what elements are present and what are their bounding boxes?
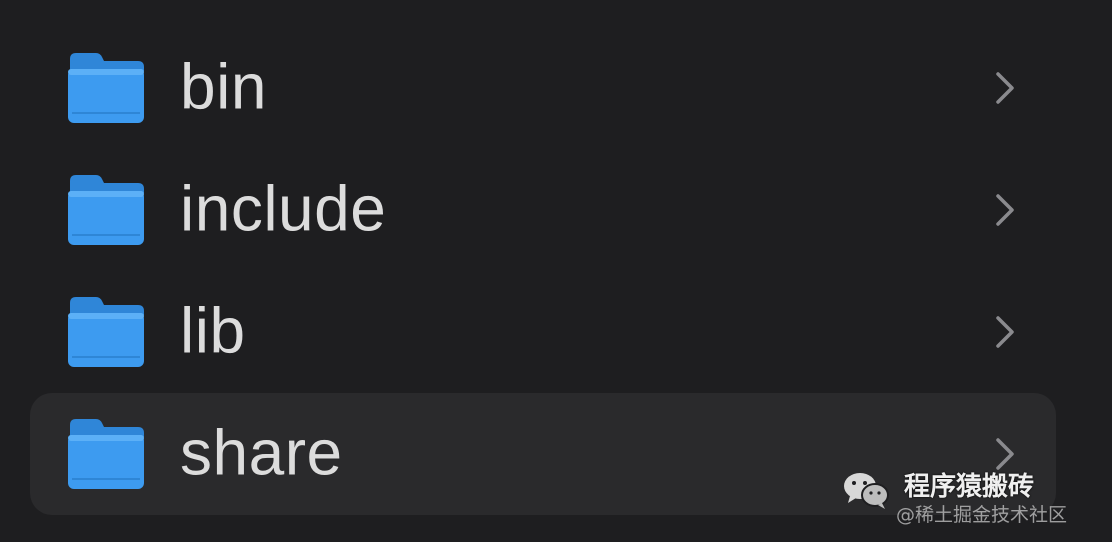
- folder-icon: [66, 171, 146, 247]
- chevron-right-icon: [994, 314, 1016, 350]
- folder-row-lib[interactable]: lib: [30, 271, 1056, 393]
- folder-row-include[interactable]: include: [30, 149, 1056, 271]
- folder-icon: [66, 293, 146, 369]
- folder-icon: [66, 415, 146, 491]
- folder-name: share: [180, 416, 343, 489]
- folder-list: bin include lib share: [30, 27, 1056, 515]
- watermark-name: 程序猿搬砖: [904, 472, 1035, 502]
- watermark: 程序猿搬砖 @稀土掘金技术社区: [842, 464, 1082, 526]
- chevron-right-icon: [994, 192, 1016, 228]
- finder-column-view: bin include lib share 程序猿搬砖 @稀土掘金技术社区: [0, 0, 1112, 542]
- folder-icon: [66, 49, 146, 125]
- folder-name: lib: [180, 294, 246, 367]
- folder-name: bin: [180, 50, 267, 123]
- watermark-subtitle: @稀土掘金技术社区: [896, 504, 1068, 526]
- folder-row-bin[interactable]: bin: [30, 27, 1056, 149]
- folder-name: include: [180, 172, 387, 245]
- wechat-icon: [842, 470, 890, 510]
- chevron-right-icon: [994, 70, 1016, 106]
